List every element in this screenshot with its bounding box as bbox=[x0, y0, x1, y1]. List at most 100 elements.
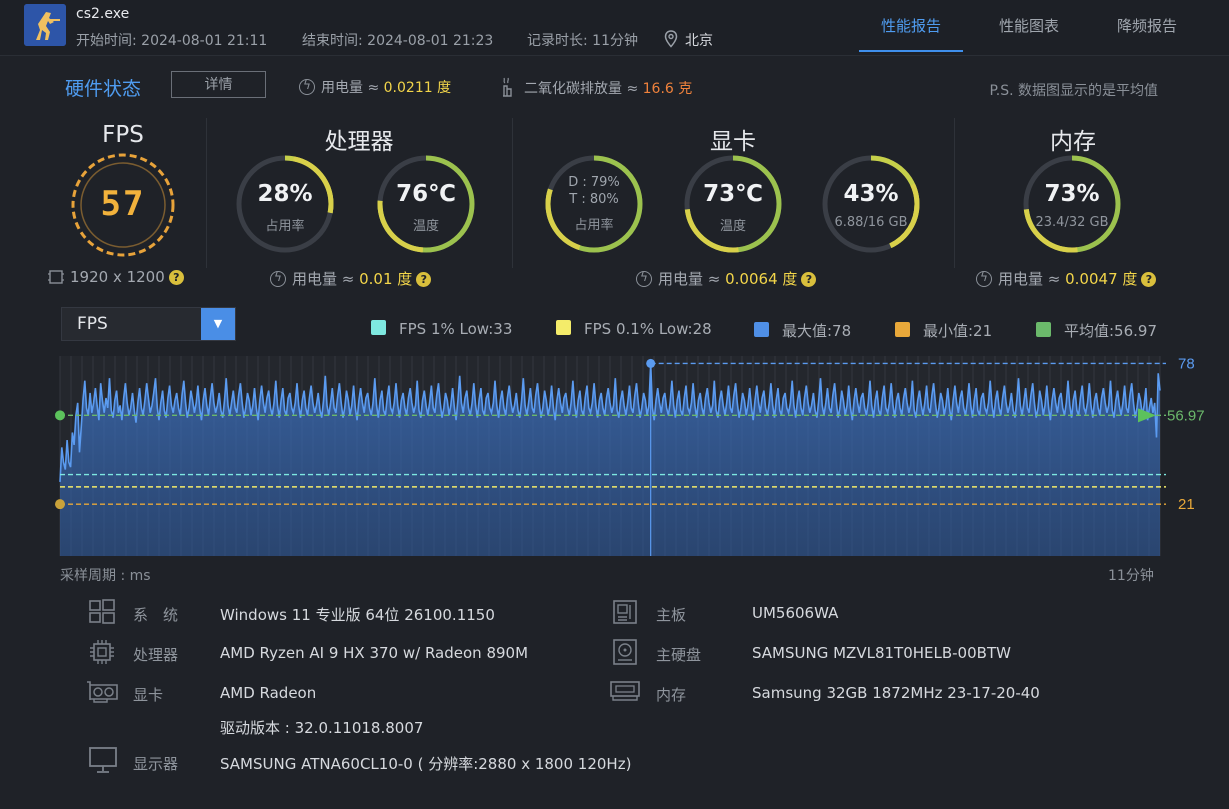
monitor-icon bbox=[89, 747, 117, 773]
legend-min: 最小值:21 bbox=[895, 320, 992, 341]
avg-point bbox=[55, 410, 65, 421]
legend-swatch bbox=[895, 322, 910, 337]
legend-max: 最大值:78 bbox=[754, 320, 851, 341]
motherboard-label: 主板 bbox=[656, 606, 687, 624]
memory-usage-value: 73% bbox=[1044, 181, 1100, 207]
start-time: 开始时间: 2024-08-01 21:11 bbox=[76, 33, 268, 49]
power-icon bbox=[299, 78, 315, 95]
metric-select-value: FPS bbox=[77, 314, 108, 334]
gpu-usage-t: T : 80% bbox=[569, 192, 619, 207]
co2-emission: 二氧化碳排放量 ≈ 16.6 克 bbox=[500, 77, 692, 98]
legend-swatch bbox=[556, 320, 571, 335]
legend-swatch bbox=[371, 320, 386, 335]
legend-swatch bbox=[1036, 322, 1051, 337]
cpu-usage-label: 占用率 bbox=[265, 219, 305, 234]
tab-performance-chart[interactable]: 性能图表 bbox=[977, 0, 1081, 52]
memory-icon bbox=[610, 681, 640, 701]
motherboard-value: UM5606WA bbox=[752, 604, 839, 622]
monitor-label: 显示器 bbox=[133, 755, 179, 773]
gpu-power: 用电量 ≈ 0.0064 度? bbox=[636, 268, 817, 289]
gpu-vram-gauge: 43% 6.88/16 GB bbox=[820, 153, 922, 255]
app-icon bbox=[24, 4, 66, 46]
os-value: Windows 11 专业版 64位 26100.1150 bbox=[220, 606, 495, 624]
fps-chart: 78 56.97 21 bbox=[55, 355, 1205, 556]
gpu-driver-value: 驱动版本 : 32.0.11018.8007 bbox=[220, 719, 424, 737]
location: 北京 bbox=[685, 33, 713, 49]
gpu-temp-value: 73℃ bbox=[703, 181, 763, 207]
cpu-info-label: 处理器 bbox=[133, 646, 179, 664]
cpu-title: 处理器 bbox=[324, 129, 394, 155]
avg-value-label: 56.97 bbox=[1167, 407, 1205, 424]
min-value-label: 21 bbox=[1178, 496, 1195, 513]
disk-value: SAMSUNG MZVL81T0HELB-00BTW bbox=[752, 644, 1011, 662]
memory-power: 用电量 ≈ 0.0047 度? bbox=[976, 268, 1157, 289]
gpu-vram-value: 43% bbox=[843, 181, 899, 207]
power-icon bbox=[636, 270, 652, 287]
cpu-temp-gauge: 76℃ 温度 bbox=[375, 153, 477, 255]
cpu-info-value: AMD Ryzen AI 9 HX 370 w/ Radeon 890M bbox=[220, 644, 529, 662]
gpu-usage-label: 占用率 bbox=[574, 218, 614, 233]
divider bbox=[206, 118, 207, 268]
fps-title: FPS bbox=[102, 122, 144, 148]
memory-info-label: 内存 bbox=[656, 686, 687, 704]
fps-value: 57 bbox=[100, 184, 146, 224]
divider bbox=[954, 118, 955, 268]
os-label: 系 统 bbox=[133, 606, 179, 624]
fps-gauge: 57 bbox=[70, 152, 176, 258]
x-axis-start-label: 采样周期 : ms bbox=[60, 568, 151, 584]
tab-performance-report[interactable]: 性能报告 bbox=[859, 0, 963, 52]
cpu-temp-label: 温度 bbox=[412, 219, 439, 234]
gpu-usage-d: D : 79% bbox=[568, 175, 620, 190]
header: cs2.exe 开始时间: 2024-08-01 21:11 结束时间: 202… bbox=[0, 0, 1229, 56]
power-icon bbox=[976, 270, 992, 287]
fps-resolution: 1920 x 1200? bbox=[48, 268, 184, 286]
cpu-temp-value: 76℃ bbox=[396, 181, 456, 207]
chevron-down-icon[interactable]: ▼ bbox=[201, 308, 235, 340]
gpu-title: 显卡 bbox=[710, 129, 756, 155]
motherboard-icon bbox=[613, 600, 637, 624]
active-tab-underline bbox=[859, 50, 963, 52]
gpu-temp-gauge: 73℃ 温度 bbox=[682, 153, 784, 255]
gpu-temp-label: 温度 bbox=[719, 219, 746, 234]
cpu-power: 用电量 ≈ 0.01 度? bbox=[270, 268, 432, 289]
memory-usage-label: 23.4/32 GB bbox=[1035, 215, 1109, 230]
memory-title: 内存 bbox=[1050, 129, 1096, 155]
x-axis-end-label: 11分钟 bbox=[1108, 568, 1154, 584]
factory-chimney-icon bbox=[503, 77, 512, 97]
duration: 记录时长: 11分钟 bbox=[527, 33, 638, 49]
min-point bbox=[55, 499, 65, 510]
detail-button[interactable]: 详情 bbox=[171, 71, 266, 98]
memory-usage-gauge: 73% 23.4/32 GB bbox=[1021, 153, 1123, 255]
disk-icon bbox=[613, 639, 637, 665]
legend-swatch bbox=[754, 322, 769, 337]
help-icon[interactable]: ? bbox=[168, 270, 184, 285]
metric-select[interactable]: FPS ▼ bbox=[61, 307, 236, 341]
hardware-status-title: 硬件状态 bbox=[65, 78, 142, 100]
tab-throttle-report[interactable]: 降频报告 bbox=[1095, 0, 1199, 52]
screen-frame-icon bbox=[48, 270, 64, 284]
gpu-info-value: AMD Radeon bbox=[220, 684, 317, 702]
max-value-label: 78 bbox=[1178, 355, 1195, 372]
memory-info-value: Samsung 32GB 1872MHz 23-17-20-40 bbox=[752, 684, 1040, 702]
cpu-icon bbox=[90, 640, 114, 664]
power-icon bbox=[270, 270, 286, 287]
legend-fps-1pct-low: FPS 1% Low:33 bbox=[371, 320, 512, 338]
help-icon[interactable]: ? bbox=[801, 272, 817, 287]
max-point bbox=[646, 358, 656, 368]
end-time: 结束时间: 2024-08-01 21:23 bbox=[302, 33, 494, 49]
help-icon[interactable]: ? bbox=[416, 272, 432, 287]
divider bbox=[512, 118, 513, 268]
gpu-vram-label: 6.88/16 GB bbox=[834, 215, 908, 230]
disk-label: 主硬盘 bbox=[656, 646, 702, 664]
gpu-usage-gauge: D : 79% T : 80% 占用率 bbox=[543, 153, 645, 255]
gpu-icon bbox=[87, 681, 118, 703]
location-pin-icon bbox=[664, 30, 678, 48]
ps-note: P.S. 数据图显示的是平均值 bbox=[989, 83, 1159, 99]
legend-fps-01pct-low: FPS 0.1% Low:28 bbox=[556, 320, 712, 338]
gpu-info-label: 显卡 bbox=[133, 686, 164, 704]
help-icon[interactable]: ? bbox=[1141, 272, 1157, 287]
windows-icon bbox=[89, 599, 115, 624]
monitor-value: SAMSUNG ATNA60CL10-0 ( 分辨率:2880 x 1800 1… bbox=[220, 755, 632, 773]
legend-avg: 平均值:56.97 bbox=[1036, 320, 1157, 341]
total-power: 用电量 ≈ 0.0211 度 bbox=[299, 77, 451, 97]
